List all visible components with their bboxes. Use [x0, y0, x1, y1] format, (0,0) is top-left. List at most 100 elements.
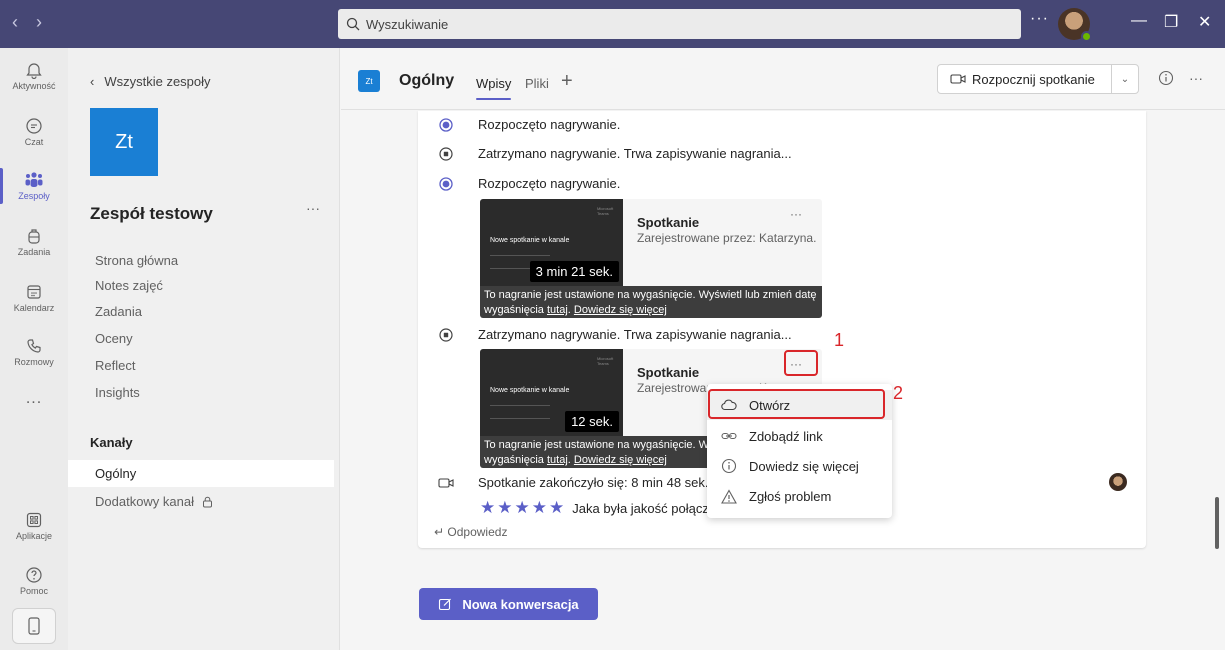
- event-recording-stopped: Zatrzymano nagrywanie. Trwa zapisywanie …: [438, 146, 792, 161]
- tab-posts[interactable]: Wpisy: [476, 76, 512, 100]
- title-bar: ‹ › Wyszukiwanie ··· — ❐ ✕: [0, 0, 1225, 48]
- add-tab-icon[interactable]: +: [561, 70, 573, 93]
- meeting-options-chevron-down-icon[interactable]: ⌄: [1111, 64, 1139, 94]
- rail-label: Aplikacje: [15, 531, 53, 541]
- channel-label: Dodatkowy kanał: [95, 494, 194, 509]
- thumbnail-title: Nowe spotkanie w kanale: [490, 387, 570, 394]
- rail-apps[interactable]: Aplikacje: [0, 498, 68, 554]
- calendar-icon: [27, 285, 41, 299]
- menu-item-label: Zgłoś problem: [749, 488, 832, 504]
- apps-icon: [26, 512, 42, 528]
- participant-avatar[interactable]: [1109, 473, 1127, 491]
- reply-link[interactable]: ↵ Odpowiedz: [434, 525, 507, 539]
- channel-additional[interactable]: Dodatkowy kanał: [68, 488, 334, 515]
- rail-chat[interactable]: Czat: [0, 104, 68, 160]
- bell-icon: [26, 63, 42, 79]
- rail-label: Kalendarz: [13, 303, 55, 313]
- menu-item-label: Zdobądź link: [749, 428, 823, 444]
- event-meeting-ended: Spotkanie zakończyło się: 8 min 48 sek.: [438, 475, 709, 490]
- expiration-here-link[interactable]: tutaj: [547, 454, 568, 466]
- annotation-box-2: [708, 389, 885, 419]
- reply-label: Odpowiedz: [447, 525, 508, 539]
- recording-title: Spotkanie: [637, 215, 700, 230]
- team-link-assignments[interactable]: Zadania: [95, 304, 142, 319]
- help-icon: [26, 567, 42, 583]
- learn-more-link[interactable]: Dowiedz się więcej: [574, 304, 667, 316]
- restore-icon[interactable]: ❐: [1164, 12, 1178, 32]
- forward-arrow-icon[interactable]: ›: [36, 12, 42, 33]
- close-icon[interactable]: ✕: [1198, 12, 1211, 32]
- all-teams-label: Wszystkie zespoły: [104, 74, 211, 89]
- more-options-icon[interactable]: ···: [1030, 10, 1049, 28]
- video-camera-icon: [950, 74, 966, 84]
- call-quality-rating: ★ ★ ★ ★ ★ Jaka była jakość połączenia?: [480, 498, 741, 518]
- star-icon[interactable]: ★: [497, 498, 512, 518]
- search-placeholder: Wyszukiwanie: [366, 16, 449, 32]
- recording-title: Spotkanie: [637, 365, 700, 380]
- annotation-number-2: 2: [893, 383, 904, 403]
- team-more-options-icon[interactable]: ···: [306, 200, 320, 216]
- recording-card[interactable]: Microsoft Teams Nowe spotkanie w kanale …: [480, 199, 822, 318]
- star-icon[interactable]: ★: [480, 498, 495, 518]
- recording-more-options-icon[interactable]: ···: [790, 207, 802, 221]
- rail-label: Zadania: [17, 247, 51, 257]
- expiration-here-link[interactable]: tutaj: [547, 304, 568, 316]
- chevron-left-icon: ‹: [90, 74, 95, 89]
- app-rail: Aktywność Czat Zespoły Zadania Kalendarz…: [0, 48, 68, 650]
- team-link-home[interactable]: Strona główna: [95, 253, 178, 268]
- star-icon[interactable]: ★: [532, 498, 547, 518]
- channel-header: Zt Ogólny Wpisy Pliki + Rozpocznij spotk…: [341, 48, 1225, 110]
- new-conversation-button[interactable]: Nowa konwersacja: [419, 588, 598, 620]
- rail-teams[interactable]: Zespoły: [0, 158, 68, 214]
- record-stopped-icon: [439, 146, 453, 161]
- tab-files[interactable]: Pliki: [525, 76, 549, 91]
- start-meeting-label: Rozpocznij spotkanie: [972, 71, 1095, 87]
- backpack-icon: [28, 229, 40, 244]
- event-text: Spotkanie zakończyło się: 8 min 48 sek.: [478, 475, 709, 490]
- back-arrow-icon[interactable]: ‹: [12, 12, 18, 33]
- channel-more-options-icon[interactable]: ···: [1189, 70, 1203, 86]
- rail-calls[interactable]: Rozmowy: [0, 324, 68, 380]
- start-meeting-button[interactable]: Rozpocznij spotkanie: [937, 64, 1112, 94]
- star-icon[interactable]: ★: [549, 498, 564, 518]
- warning-icon: [721, 488, 737, 504]
- more-apps-icon[interactable]: ...: [0, 390, 68, 408]
- thumbnail-details: [490, 405, 550, 419]
- channel-general[interactable]: Ogólny: [68, 460, 334, 487]
- menu-item-get-link[interactable]: Zdobądź link: [707, 421, 892, 451]
- recording-duration: 12 sek.: [565, 411, 619, 432]
- menu-item-report-problem[interactable]: Zgłoś problem: [707, 481, 892, 511]
- conversation-area: Rozpoczęto nagrywanie. Zatrzymano nagryw…: [341, 111, 1225, 650]
- rail-calendar[interactable]: Kalendarz: [0, 270, 68, 326]
- menu-item-learn-more[interactable]: Dowiedz się więcej: [707, 451, 892, 481]
- rail-assignments[interactable]: Zadania: [0, 214, 68, 270]
- learn-more-link[interactable]: Dowiedz się więcej: [574, 454, 667, 466]
- rail-label: Rozmowy: [14, 357, 54, 367]
- channel-info-icon[interactable]: [1158, 70, 1174, 86]
- team-link-reflect[interactable]: Reflect: [95, 358, 135, 373]
- user-avatar[interactable]: [1058, 8, 1092, 42]
- minimize-icon[interactable]: —: [1131, 12, 1147, 30]
- channels-title: Kanały: [90, 435, 133, 450]
- team-link-notebook[interactable]: Notes zajęć: [95, 278, 163, 293]
- record-started-icon: [439, 176, 453, 191]
- team-link-insights[interactable]: Insights: [95, 385, 140, 400]
- search-input[interactable]: Wyszukiwanie: [338, 9, 1021, 39]
- device-button[interactable]: [12, 608, 56, 644]
- all-teams-link[interactable]: ‹ Wszystkie zespoły: [90, 74, 211, 89]
- team-link-grades[interactable]: Oceny: [95, 331, 133, 346]
- search-icon: [346, 17, 360, 31]
- rail-help[interactable]: Pomoc: [0, 553, 68, 609]
- event-recording-started: Rozpoczęto nagrywanie.: [438, 117, 620, 132]
- rail-activity[interactable]: Aktywność: [0, 48, 68, 104]
- menu-item-label: Dowiedz się więcej: [749, 458, 859, 474]
- recording-thumbnail[interactable]: Microsoft Teams Nowe spotkanie w kanale …: [480, 199, 623, 286]
- video-camera-icon: [438, 477, 454, 488]
- star-icon[interactable]: ★: [515, 498, 530, 518]
- scrollbar[interactable]: [1215, 497, 1219, 549]
- presence-available-icon: [1081, 31, 1092, 42]
- recording-thumbnail[interactable]: Microsoft Teams Nowe spotkanie w kanale …: [480, 349, 623, 436]
- event-recording-started: Rozpoczęto nagrywanie.: [438, 176, 620, 191]
- recording-subtitle: Zarejestrowane przez: Katarzyna...: [637, 231, 817, 245]
- channel-team-icon: Zt: [358, 70, 380, 92]
